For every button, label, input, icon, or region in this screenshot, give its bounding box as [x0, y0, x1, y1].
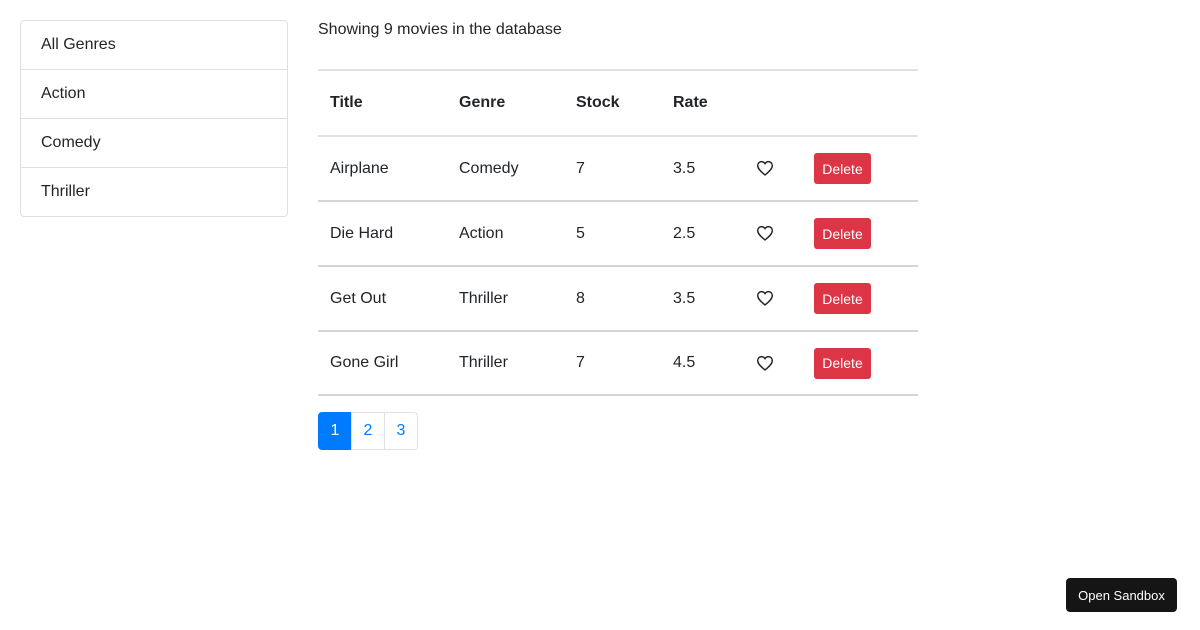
table-row: Get Out Thriller 8 3.5 Delete	[318, 266, 918, 332]
genre-item-comedy[interactable]: Comedy	[21, 119, 287, 168]
genre-item-all[interactable]: All Genres	[21, 21, 287, 70]
pagination: 1 2 3	[318, 412, 418, 450]
delete-cell: Delete	[802, 331, 918, 396]
column-header-like	[744, 69, 802, 137]
like-cell	[744, 201, 802, 267]
delete-cell: Delete	[802, 201, 918, 267]
movie-genre: Comedy	[447, 136, 564, 202]
delete-button[interactable]: Delete	[814, 347, 871, 379]
movie-stock: 5	[564, 201, 661, 267]
movie-genre: Action	[447, 201, 564, 267]
open-sandbox-button[interactable]: Open Sandbox	[1066, 578, 1177, 612]
table-row: Gone Girl Thriller 7 4.5 Delete	[318, 331, 918, 396]
like-cell	[744, 136, 802, 202]
column-header-genre[interactable]: Genre	[447, 69, 564, 137]
table-header-row: Title Genre Stock Rate	[318, 69, 918, 137]
delete-cell: Delete	[802, 136, 918, 202]
movie-rate: 3.5	[661, 266, 744, 332]
like-cell	[744, 331, 802, 396]
movie-genre: Thriller	[447, 266, 564, 332]
heart-outline-icon[interactable]	[756, 355, 774, 371]
page-link-2[interactable]: 2	[351, 412, 385, 450]
movies-table: Title Genre Stock Rate Airplane Comedy 7…	[318, 69, 918, 396]
delete-button[interactable]: Delete	[814, 283, 871, 314]
genre-item-thriller[interactable]: Thriller	[21, 168, 287, 216]
page-link-1[interactable]: 1	[318, 412, 352, 450]
page-link-3[interactable]: 3	[384, 412, 418, 450]
movie-stock: 7	[564, 136, 661, 202]
column-header-stock[interactable]: Stock	[564, 69, 661, 137]
like-cell	[744, 266, 802, 332]
heart-outline-icon[interactable]	[756, 225, 774, 242]
genre-list: All Genres Action Comedy Thriller	[20, 20, 288, 217]
genre-item-action[interactable]: Action	[21, 70, 287, 119]
delete-button[interactable]: Delete	[814, 153, 871, 184]
movie-title: Gone Girl	[318, 331, 447, 396]
column-header-delete	[802, 69, 918, 137]
heart-outline-icon[interactable]	[756, 160, 774, 177]
movie-rate: 4.5	[661, 331, 744, 396]
movie-title: Get Out	[318, 266, 447, 332]
movie-rate: 3.5	[661, 136, 744, 202]
column-header-title[interactable]: Title	[318, 69, 447, 137]
table-row: Die Hard Action 5 2.5 Delete	[318, 201, 918, 267]
movie-title: Airplane	[318, 136, 447, 202]
movie-title: Die Hard	[318, 201, 447, 267]
movie-stock: 8	[564, 266, 661, 332]
delete-button[interactable]: Delete	[814, 218, 871, 249]
movie-stock: 7	[564, 331, 661, 396]
delete-cell: Delete	[802, 266, 918, 332]
table-row: Airplane Comedy 7 3.5 Delete	[318, 136, 918, 202]
movie-genre: Thriller	[447, 331, 564, 396]
movie-rate: 2.5	[661, 201, 744, 267]
movie-count-text: Showing 9 movies in the database	[318, 21, 562, 38]
heart-outline-icon[interactable]	[756, 290, 774, 307]
column-header-rate[interactable]: Rate	[661, 69, 744, 137]
